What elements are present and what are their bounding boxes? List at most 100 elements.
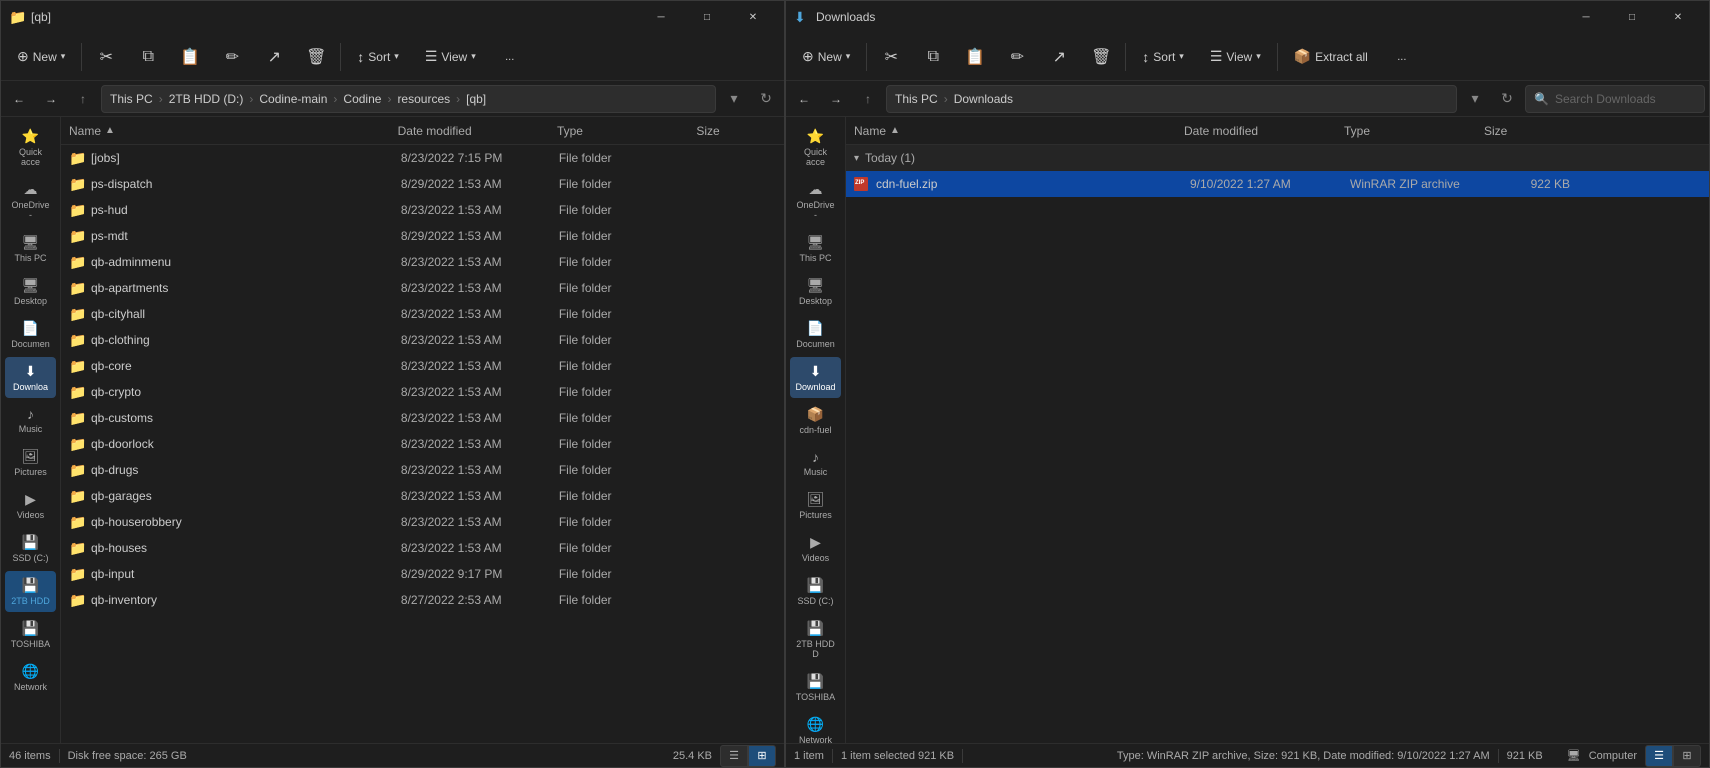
- right-col-date[interactable]: Date modified: [1184, 124, 1344, 138]
- right-up-button[interactable]: ↑: [854, 85, 882, 113]
- left-back-button[interactable]: ←: [5, 85, 33, 113]
- right-search-box[interactable]: 🔍 Search Downloads: [1525, 85, 1705, 113]
- right-col-name[interactable]: Name ▲: [854, 124, 1184, 138]
- left-file-row-4[interactable]: 📁 qb-adminmenu 8/23/2022 1:53 AM File fo…: [61, 249, 784, 275]
- right-share-button[interactable]: ↗: [1039, 37, 1079, 77]
- right-rename-button[interactable]: ✏: [997, 37, 1037, 77]
- right-sidebar-quick-access[interactable]: ⭐ Quick acce: [790, 122, 841, 173]
- right-paste-button[interactable]: 📋: [955, 37, 995, 77]
- left-file-row-0[interactable]: 📁 [jobs] 8/23/2022 7:15 PM File folder: [61, 145, 784, 171]
- left-address-path[interactable]: This PC › 2TB HDD (D:) › Codine-main › C…: [101, 85, 716, 113]
- today-group-header[interactable]: ▾ Today (1): [846, 145, 1709, 171]
- left-cut-button[interactable]: ✂: [86, 37, 126, 77]
- right-view-button[interactable]: ☰ View ▾: [1198, 37, 1273, 77]
- left-file-row-5[interactable]: 📁 qb-apartments 8/23/2022 1:53 AM File f…: [61, 275, 784, 301]
- right-sidebar-desktop[interactable]: 🖥 Desktop: [790, 271, 841, 312]
- right-back-button[interactable]: ←: [790, 85, 818, 113]
- right-sidebar-cdn-fuel[interactable]: 📦 cdn-fuel: [790, 400, 841, 441]
- left-details-view-button[interactable]: ☰: [720, 745, 748, 767]
- left-file-row-10[interactable]: 📁 qb-customs 8/23/2022 1:53 AM File fold…: [61, 405, 784, 431]
- right-delete-button[interactable]: 🗑: [1081, 37, 1121, 77]
- right-extract-button[interactable]: 📦 Extract all: [1282, 37, 1380, 77]
- right-sidebar-ssd[interactable]: 💾 SSD (C:): [790, 571, 841, 612]
- right-col-size[interactable]: Size: [1484, 124, 1564, 138]
- left-file-row-9[interactable]: 📁 qb-crypto 8/23/2022 1:53 AM File folde…: [61, 379, 784, 405]
- right-new-button[interactable]: ⊕ New ▾: [790, 37, 862, 77]
- sidebar-item-music[interactable]: ♪ Music: [5, 400, 56, 440]
- left-file-row-13[interactable]: 📁 qb-garages 8/23/2022 1:53 AM File fold…: [61, 483, 784, 509]
- sidebar-item-onedrive[interactable]: ☁ OneDrive -: [5, 175, 56, 226]
- left-file-row-8[interactable]: 📁 qb-core 8/23/2022 1:53 AM File folder: [61, 353, 784, 379]
- right-close-button[interactable]: ✕: [1655, 1, 1701, 33]
- right-sidebar-music[interactable]: ♪ Music: [790, 443, 841, 483]
- right-sidebar-2tb[interactable]: 💾 2TB HDD D: [790, 614, 841, 665]
- right-more-button[interactable]: ...: [1382, 37, 1422, 77]
- left-file-row-14[interactable]: 📁 qb-houserobbery 8/23/2022 1:53 AM File…: [61, 509, 784, 535]
- right-cut-button[interactable]: ✂: [871, 37, 911, 77]
- left-view-button[interactable]: ☰ View ▾: [413, 37, 488, 77]
- left-sort-button[interactable]: ↕ Sort ▾: [345, 37, 411, 77]
- left-list-view-button[interactable]: ⊞: [748, 745, 776, 767]
- right-col-type[interactable]: Type: [1344, 124, 1484, 138]
- left-more-button[interactable]: ...: [490, 37, 530, 77]
- left-maximize-button[interactable]: □: [684, 1, 730, 33]
- sidebar-item-downloads[interactable]: ⬇ Downloa: [5, 357, 56, 398]
- left-up-button[interactable]: ↑: [69, 85, 97, 113]
- left-file-row-2[interactable]: 📁 ps-hud 8/23/2022 1:53 AM File folder: [61, 197, 784, 223]
- sidebar-item-toshiba[interactable]: 💾 TOSHIBA: [5, 614, 56, 655]
- sidebar-item-2tb[interactable]: 💾 2TB HDD: [5, 571, 56, 612]
- sidebar-item-quick-access[interactable]: ⭐ Quick acce: [5, 122, 56, 173]
- left-refresh-button[interactable]: ↻: [752, 85, 780, 113]
- left-file-row-7[interactable]: 📁 qb-clothing 8/23/2022 1:53 AM File fol…: [61, 327, 784, 353]
- left-col-date[interactable]: Date modified: [398, 124, 557, 138]
- right-minimize-button[interactable]: ─: [1563, 1, 1609, 33]
- left-file-row-6[interactable]: 📁 qb-cityhall 8/23/2022 1:53 AM File fol…: [61, 301, 784, 327]
- left-share-button[interactable]: ↗: [254, 37, 294, 77]
- right-sidebar-toshiba[interactable]: 💾 TOSHIBA: [790, 667, 841, 708]
- left-col-size[interactable]: Size: [696, 124, 776, 138]
- left-rename-button[interactable]: ✏: [212, 37, 252, 77]
- left-copy-button[interactable]: ⧉: [128, 37, 168, 77]
- right-sidebar-this-pc[interactable]: 🖥 This PC: [790, 228, 841, 269]
- right-sidebar-videos[interactable]: ▶ Videos: [790, 528, 841, 569]
- sidebar-item-ssd[interactable]: 💾 SSD (C:): [5, 528, 56, 569]
- left-file-row-16[interactable]: 📁 qb-input 8/29/2022 9:17 PM File folder: [61, 561, 784, 587]
- left-file-row-3[interactable]: 📁 ps-mdt 8/29/2022 1:53 AM File folder: [61, 223, 784, 249]
- right-refresh-button[interactable]: ↻: [1493, 85, 1521, 113]
- left-col-type[interactable]: Type: [557, 124, 696, 138]
- left-close-button[interactable]: ✕: [730, 1, 776, 33]
- sidebar-item-documents[interactable]: 📄 Documen: [5, 314, 56, 355]
- right-address-path[interactable]: This PC › Downloads: [886, 85, 1457, 113]
- right-forward-button[interactable]: →: [822, 85, 850, 113]
- left-new-button[interactable]: ⊕ New ▾: [5, 37, 77, 77]
- sidebar-item-desktop[interactable]: 🖥 Desktop: [5, 271, 56, 312]
- sidebar-item-videos[interactable]: ▶ Videos: [5, 485, 56, 526]
- left-file-list[interactable]: 📁 [jobs] 8/23/2022 7:15 PM File folder 📁…: [61, 145, 784, 743]
- left-file-row-12[interactable]: 📁 qb-drugs 8/23/2022 1:53 AM File folder: [61, 457, 784, 483]
- right-details-view-button[interactable]: ☰: [1645, 745, 1673, 767]
- left-minimize-button[interactable]: ─: [638, 1, 684, 33]
- right-sidebar-network[interactable]: 🌐 Network: [790, 710, 841, 743]
- left-file-row-11[interactable]: 📁 qb-doorlock 8/23/2022 1:53 AM File fol…: [61, 431, 784, 457]
- sidebar-item-network[interactable]: 🌐 Network: [5, 657, 56, 698]
- left-forward-button[interactable]: →: [37, 85, 65, 113]
- sidebar-item-pictures[interactable]: 🖼 Pictures: [5, 442, 56, 483]
- right-file-list[interactable]: ▾ Today (1) ZIP cdn-fuel.zip 9/10/2022 1…: [846, 145, 1709, 743]
- left-file-row-17[interactable]: 📁 qb-inventory 8/27/2022 2:53 AM File fo…: [61, 587, 784, 613]
- left-file-row-15[interactable]: 📁 qb-houses 8/23/2022 1:53 AM File folde…: [61, 535, 784, 561]
- left-paste-button[interactable]: 📋: [170, 37, 210, 77]
- left-col-name[interactable]: Name ▲: [69, 124, 398, 138]
- right-sort-button[interactable]: ↕ Sort ▾: [1130, 37, 1196, 77]
- right-sidebar-onedrive[interactable]: ☁ OneDrive -: [790, 175, 841, 226]
- right-maximize-button[interactable]: □: [1609, 1, 1655, 33]
- right-list-view-button[interactable]: ⊞: [1673, 745, 1701, 767]
- right-copy-button[interactable]: ⧉: [913, 37, 953, 77]
- cdn-fuel-row[interactable]: ZIP cdn-fuel.zip 9/10/2022 1:27 AM WinRA…: [846, 171, 1709, 197]
- right-sidebar-downloads[interactable]: ⬇ Download: [790, 357, 841, 398]
- left-dropdown-button[interactable]: ▾: [720, 85, 748, 113]
- left-file-row-1[interactable]: 📁 ps-dispatch 8/29/2022 1:53 AM File fol…: [61, 171, 784, 197]
- sidebar-item-this-pc[interactable]: 🖥 This PC: [5, 228, 56, 269]
- left-delete-button[interactable]: 🗑: [296, 37, 336, 77]
- right-sidebar-documents[interactable]: 📄 Documen: [790, 314, 841, 355]
- right-sidebar-pictures[interactable]: 🖼 Pictures: [790, 485, 841, 526]
